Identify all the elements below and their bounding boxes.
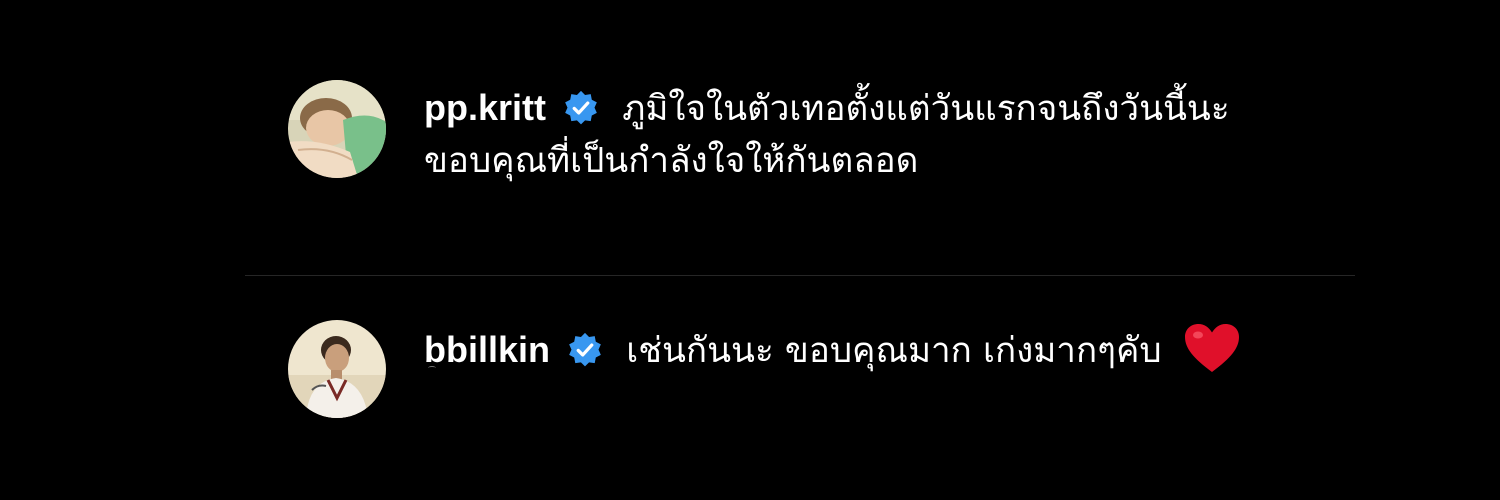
red-heart-icon (1183, 322, 1241, 374)
comment-text: เช่นกันนะ ขอบคุณมาก เก่งมากๆคับ (626, 331, 1162, 371)
verified-badge-icon (567, 332, 603, 368)
avatar[interactable] (288, 320, 386, 418)
username[interactable]: pp.kritt (424, 87, 546, 128)
decorative-mark (428, 366, 436, 370)
comment-body: pp.kritt ภูมิใจในตัวเทอตั้งแต่วันแรกจนถึ… (424, 80, 1284, 187)
divider (245, 275, 1355, 276)
comment-item: pp.kritt ภูมิใจในตัวเทอตั้งแต่วันแรกจนถึ… (288, 80, 1284, 187)
comment-item: bbillkin เช่นกันนะ ขอบคุณมาก เก่งมากๆคับ (288, 320, 1284, 418)
verified-badge-icon (563, 90, 599, 126)
username[interactable]: bbillkin (424, 329, 550, 370)
avatar-photo-icon (288, 320, 386, 418)
avatar[interactable] (288, 80, 386, 178)
avatar-photo-icon (288, 80, 386, 178)
comment-body: bbillkin เช่นกันนะ ขอบคุณมาก เก่งมากๆคับ (424, 320, 1284, 377)
